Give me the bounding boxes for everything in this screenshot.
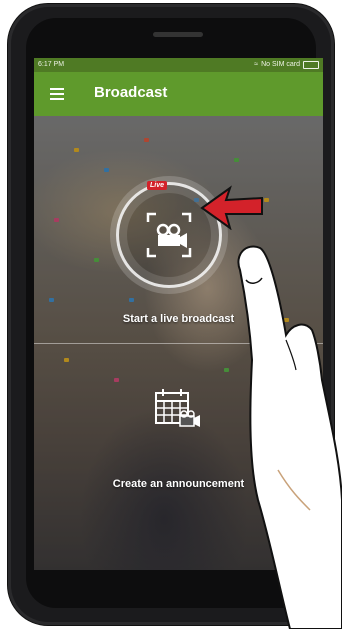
pointing-hand bbox=[237, 245, 342, 629]
video-camera-icon bbox=[144, 210, 194, 260]
app-bar-title: Broadcast bbox=[94, 84, 168, 101]
calendar-video-icon[interactable] bbox=[154, 388, 202, 432]
battery-icon bbox=[303, 61, 319, 69]
status-bar: 6:17 PM ≈ No SIM card bbox=[34, 58, 323, 72]
status-carrier: No SIM card bbox=[261, 61, 300, 68]
pointer-arrow bbox=[200, 185, 263, 230]
phone-speaker bbox=[153, 32, 203, 37]
status-indicators: ≈ No SIM card bbox=[254, 58, 319, 72]
wifi-icon: ≈ bbox=[254, 61, 259, 68]
hamburger-menu-icon[interactable] bbox=[50, 88, 64, 100]
app-bar: Broadcast bbox=[34, 72, 323, 116]
status-time: 6:17 PM bbox=[38, 61, 65, 68]
live-badge: Live bbox=[147, 181, 168, 190]
